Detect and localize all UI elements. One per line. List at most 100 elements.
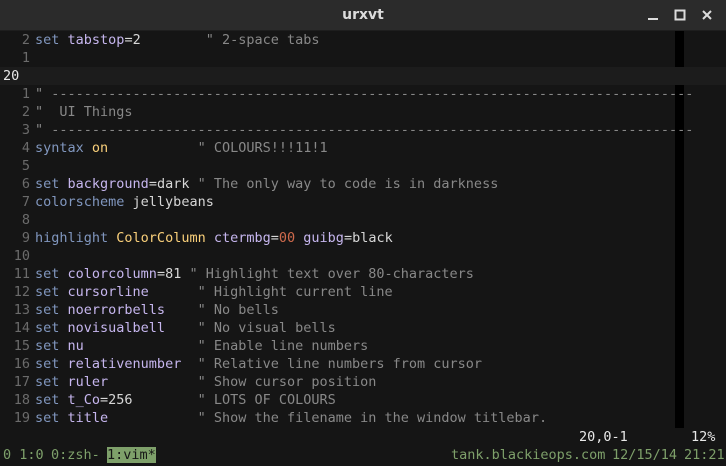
line-number: 5 [21,158,30,174]
line-number: 4 [21,140,30,156]
code-line[interactable]: 12 set cursorline " Highlight current lin… [0,283,726,301]
line-number: 2 [21,104,30,120]
code-line[interactable]: 14 set novisualbell " No visual bells [0,319,726,337]
code-line[interactable]: 17 set ruler " Show cursor position [0,373,726,391]
tmux-session: 0 1:0 [3,447,44,463]
code-token: nu [67,338,84,354]
code-token: ruler [67,374,109,390]
code-token: " Show cursor position [197,374,377,390]
line-number: 13 [13,302,30,318]
code-token: colorscheme [35,194,125,210]
code-token: on [91,140,109,156]
line-text: set tabstop=2 " 2-space tabs [35,31,320,49]
maximize-icon[interactable] [672,7,688,23]
tmux-window-zsh[interactable]: 0:zsh- [51,444,100,466]
code-line[interactable]: 1 " -------------------------------------… [0,85,726,103]
code-token: set [35,32,60,48]
line-number: 18 [13,392,30,408]
code-line[interactable]: 9 highlight ColorColumn ctermbg=00 guibg=… [0,229,726,247]
code-token: ctermbg [213,230,271,246]
code-token: 00 [278,230,296,246]
line-text: highlight ColorColumn ctermbg=00 guibg=b… [35,229,393,247]
code-line[interactable]: 6 set background=dark " The only way to c… [0,175,726,193]
line-number: 8 [21,212,30,228]
code-token: =81 [156,266,182,282]
line-text: set cursorline " Highlight current line [35,283,393,301]
tmux-window-vim[interactable]: 1:vim* [107,447,156,463]
code-line[interactable]: 15 set nu " Enable line numbers [0,337,726,355]
line-number: 6 [21,176,30,192]
code-token: set [35,392,60,408]
code-line[interactable]: 8 [0,211,726,229]
minimize-icon[interactable] [645,7,661,23]
code-token: noerrorbells [67,302,166,318]
code-token: " Relative line numbers from cursor [197,356,483,372]
code-line[interactable]: 5 [0,157,726,175]
code-token: title [67,410,109,426]
code-line[interactable]: 19 set title " Show the filename in the w… [0,409,726,427]
code-token: " Highlight current line [197,284,393,300]
code-line[interactable]: 16 set relativenumber " Relative line num… [0,355,726,373]
current-line[interactable]: 20 [0,67,726,85]
code-token: set [35,302,60,318]
code-line[interactable]: 1 [0,49,726,67]
code-line[interactable]: 7 colorscheme jellybeans [0,193,726,211]
line-text: syntax on " COLOURS!!!11!1 [35,139,328,157]
code-token: " Enable line numbers [197,338,369,354]
window-title: urxvt [342,7,384,23]
code-line[interactable]: 2 set tabstop=2 " 2-space tabs [0,31,726,49]
code-line[interactable]: 3 " -------------------------------------… [0,121,726,139]
code-line[interactable]: 11 set colorcolumn=81 " Highlight text ov… [0,265,726,283]
code-line[interactable]: 10 [0,247,726,265]
code-line[interactable]: 18 set t_Co=256 " LOTS OF COLOURS [0,391,726,409]
code-token: " Show the filename in the window titleb… [197,410,548,426]
close-icon[interactable] [699,7,715,23]
code-line[interactable]: 2 " UI Things [0,103,726,121]
code-token: " The only way to code is in darkness [197,176,499,192]
line-number: 2 [21,32,30,48]
code-line[interactable]: 13 set noerrorbells " No bells [0,301,726,319]
code-token: set [35,176,60,192]
line-number: 16 [13,356,30,372]
code-token: " --------------------------------------… [35,86,694,102]
line-text: " --------------------------------------… [35,121,693,139]
line-number: 9 [21,230,30,246]
code-token: set [35,284,60,300]
code-token: set [35,266,60,282]
code-line[interactable]: 4 syntax on " COLOURS!!!11!1 [0,139,726,157]
line-text: set background=dark " The only way to co… [35,175,498,193]
line-text: set title " Show the filename in the win… [35,409,547,427]
line-text: " --------------------------------------… [35,85,693,103]
line-text: colorscheme jellybeans [35,193,214,211]
code-token: tabstop [67,32,125,48]
code-token: " COLOURS!!!11!1 [197,140,328,156]
code-token: syntax [35,140,84,156]
code-token: highlight [35,230,109,246]
code-token: cursorline [67,284,149,300]
line-text: set nu " Enable line numbers [35,337,368,355]
line-number: 15 [13,338,30,354]
line-text: " UI Things [35,103,133,121]
code-token: " --------------------------------------… [35,122,694,138]
line-number: 19 [13,410,30,426]
line-text: set ruler " Show cursor position [35,373,376,391]
tmux-time: 21:21 [684,447,725,463]
code-token: " Highlight text over 80-characters [189,266,474,282]
code-token: =2 [124,32,141,48]
code-token: set [35,338,60,354]
terminal-area[interactable]: 2 set tabstop=2 " 2-space tabs 1 20 1 " -----… [0,31,726,466]
code-token: guibg [303,230,344,246]
line-number: 17 [13,374,30,390]
code-token: set [35,320,60,336]
code-token: =256 [100,392,133,408]
